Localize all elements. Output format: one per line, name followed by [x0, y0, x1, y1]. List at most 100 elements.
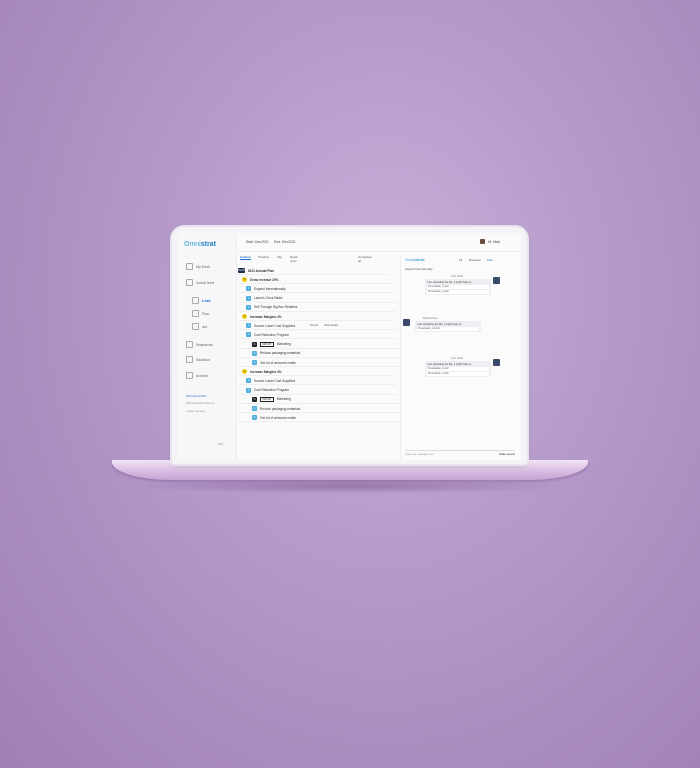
avatar: [493, 277, 500, 284]
topbar: Start: Dec2021 End: Dec2021 Hi, Matt: [236, 233, 521, 252]
row-label: Grow revenue 20%: [250, 277, 279, 282]
row-badge: 1: [246, 323, 251, 329]
plan-row[interactable]: 1 Source Lower Cost Suppliers Drop-In Show …: [238, 322, 396, 331]
end-date[interactable]: End: Dec2021: [274, 240, 296, 244]
row-label: Increase Margins 4%: [250, 314, 282, 319]
plan-row[interactable]: 1 Expand Internationally: [238, 285, 396, 294]
row-badge: 1: [246, 295, 251, 301]
plan-row[interactable]: 1 Launch Clock Radio: [238, 295, 396, 303]
laptop-shadow: [130, 478, 570, 494]
laptop-lid: Omnistrat My Desk Social feed Lead Plan …: [172, 227, 527, 464]
sidebar-item-social-feed[interactable]: Social feed: [186, 279, 214, 286]
plan-row[interactable]: 1 Cost Reduction Program: [238, 331, 396, 340]
row-label: Sell Through Big Box Retailers: [254, 305, 298, 310]
row-badge: 1: [246, 304, 251, 310]
row-label: Reduce packaging materials: [260, 351, 301, 356]
row-label: Source Lower Cost Suppliers: [254, 378, 296, 383]
plan-row[interactable]: 1 Source Lower Cost Suppliers: [238, 377, 396, 386]
row-label: 2021 Annual Plan: [247, 268, 275, 273]
plan-row[interactable]: A Get rid of welcome mailer: [238, 359, 402, 367]
plan-icon: [192, 310, 199, 317]
plan-link-1[interactable]: 2021 Annual Plan: [186, 395, 206, 398]
attachment-file[interactable]: Presentation_v2.pdf: [427, 372, 489, 376]
plan-row[interactable]: A Get rid of welcome mailer: [238, 414, 402, 423]
user-greeting[interactable]: Hi, Matt: [488, 240, 500, 244]
message-text: I am uploading the file, it might help u…: [427, 362, 472, 366]
sidebar-item-plan[interactable]: Plan: [192, 310, 209, 317]
row-label: Marketing: [276, 397, 291, 402]
sidebar: Omnistrat My Desk Social feed Lead Plan …: [178, 233, 237, 460]
drop-in-action[interactable]: Drop-In: [310, 324, 318, 327]
sidebar-item-snapshots[interactable]: Snapshots: [186, 341, 213, 348]
tab-tag[interactable]: Tag: [277, 255, 282, 259]
row-label: Get rid of welcome mailer: [260, 415, 297, 420]
row-badge: A: [252, 406, 257, 411]
attachment-file[interactable]: Presentation_v4.docx: [417, 327, 479, 331]
sidebar-item-archive[interactable]: Archive: [186, 372, 208, 379]
row-badge: G: [242, 314, 247, 319]
lead-icon: [192, 297, 199, 304]
sidebar-item-sandbox[interactable]: Sandbox: [186, 356, 210, 363]
row-badge: G: [242, 369, 247, 375]
chat-logo: Socialstrat: [405, 257, 425, 262]
plan-row[interactable]: 1 Sell Through Big Box Retailers: [238, 304, 396, 312]
avatar[interactable]: [480, 239, 485, 244]
row-badge: A: [252, 360, 257, 365]
message-author: John Smith: [451, 357, 463, 360]
chat-tab-files[interactable]: Files: [487, 258, 493, 262]
tab-actions[interactable]: Actions: [240, 255, 252, 260]
row-badge: 1: [246, 332, 251, 338]
plan-row[interactable]: A Reduce packaging materials: [238, 350, 402, 358]
sidebar-item-lead[interactable]: Lead: [192, 297, 210, 304]
chat-context: Expand Internationally: [405, 267, 433, 271]
chat-tab-requests[interactable]: Requests: [469, 258, 481, 262]
attachment-file[interactable]: Presentation_v2.pdf: [427, 290, 489, 294]
row-badge: 1: [246, 286, 251, 292]
plan-row[interactable]: G Increase Margins 4%: [238, 368, 392, 377]
sandbox-icon: [186, 356, 193, 363]
app-logo: Omnistrat: [184, 241, 216, 248]
row-badge: A: [252, 415, 257, 421]
act-icon: [192, 323, 199, 330]
plan-row[interactable]: S GROUP Marketing: [238, 396, 402, 404]
row-label: Get rid of welcome mailer: [260, 360, 297, 365]
row-label: Cost Reduction Program: [254, 388, 289, 393]
plan-row[interactable]: S GROUP Marketing: [238, 341, 402, 349]
make-request-button[interactable]: Make request: [499, 453, 515, 456]
compress-all-button[interactable]: Compress all: [358, 255, 372, 263]
message-text: I am uploading the file, it might help u…: [417, 322, 462, 326]
plan-row[interactable]: A Reduce packaging materials: [238, 405, 402, 413]
sidebar-item-act[interactable]: Act: [192, 323, 207, 330]
message-bubble: I am uploading the file, it might help u…: [425, 361, 491, 378]
tab-timeline[interactable]: Timeline: [258, 255, 269, 259]
message-bubble: I am uploading the file, it might help u…: [415, 321, 481, 333]
row-badge: 1: [246, 378, 251, 384]
plan-row[interactable]: 1 Cost Reduction Program: [238, 387, 396, 395]
row-badge: A: [252, 350, 257, 356]
plan-link-2[interactable]: 2021 Alternative Plan ch...: [186, 402, 216, 405]
plan-row[interactable]: G Increase Margins 4%: [238, 313, 392, 321]
chat-icon: [186, 279, 193, 286]
plan-row[interactable]: PLAN 2021 Annual Plan: [238, 267, 388, 275]
message-text: I am uploading the file, it might help u…: [427, 280, 472, 284]
plan-row[interactable]: G Grow revenue 20%: [238, 276, 392, 285]
attachment-file[interactable]: Presentation_v1.pdf: [427, 285, 489, 289]
tab-quick-entry[interactable]: Quick entry: [290, 255, 298, 263]
show-details-action[interactable]: Show details: [324, 324, 338, 327]
message-author: Monika Howe: [423, 317, 438, 320]
row-badge: PLAN: [238, 268, 245, 273]
row-label: Reduce packaging materials: [260, 406, 301, 411]
start-date[interactable]: Start: Dec2021: [246, 240, 269, 244]
chat-input[interactable]: Type your message here... Make request: [405, 450, 515, 457]
create-plan-link[interactable]: Create new plan: [186, 410, 205, 413]
snapshot-icon: [186, 341, 193, 348]
row-label: Source Lower Cost Suppliers: [254, 323, 296, 328]
sidebar-bottom-link[interactable]: Main: [218, 443, 224, 446]
chat-tab-all[interactable]: All: [459, 258, 462, 262]
row-label: Expand Internationally: [254, 286, 286, 291]
row-label: Launch Clock Radio: [254, 296, 283, 301]
sidebar-item-my-desk[interactable]: My Desk: [186, 263, 210, 270]
archive-icon: [186, 372, 193, 379]
attachment-file[interactable]: Presentation_v1.pdf: [427, 367, 489, 371]
row-badge: S: [252, 396, 257, 402]
